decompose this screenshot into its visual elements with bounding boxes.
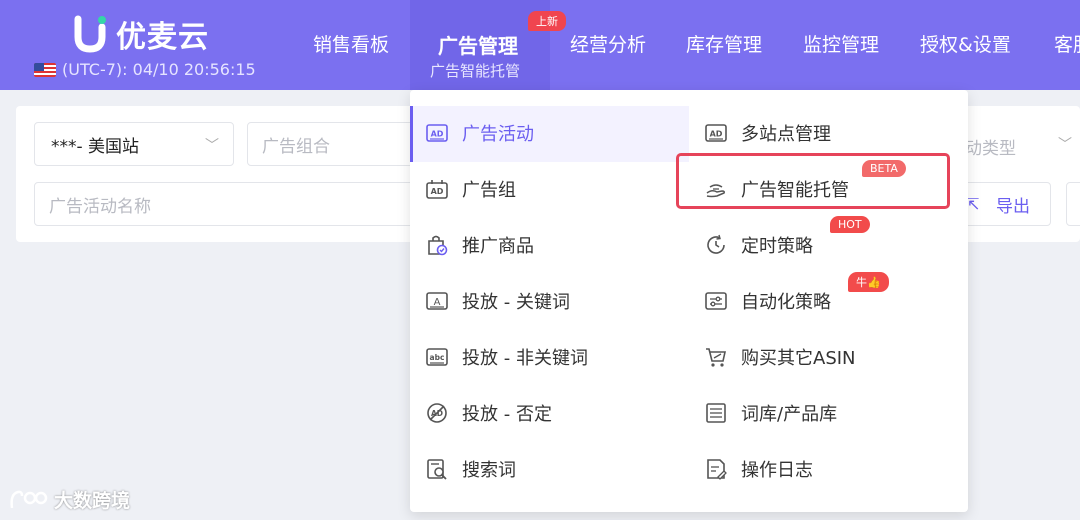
menu-item-label: 词库/产品库: [741, 404, 838, 425]
site-select-value: ***- 美国站: [51, 136, 140, 157]
svg-text:AD: AD: [431, 130, 444, 139]
menu-item-multi-site[interactable]: AD 多站点管理: [705, 116, 831, 150]
menu-item-buy-other-asin[interactable]: 购买其它ASIN: [705, 340, 856, 374]
export-icon: ⇱: [966, 195, 980, 214]
watermark: 大数跨境: [8, 486, 130, 513]
svg-text:A: A: [434, 297, 441, 308]
ad-portfolio-placeholder: 广告组合: [262, 136, 330, 157]
nav-inventory[interactable]: 库存管理: [686, 30, 762, 57]
menu-item-label: 投放 - 非关键词: [462, 348, 588, 369]
ad-portfolio-input[interactable]: 广告组合: [247, 122, 417, 166]
ad-group-icon: AD: [426, 178, 448, 200]
menu-item-label: 定时策略: [741, 236, 813, 257]
more-button[interactable]: [1066, 182, 1080, 226]
menu-item-label: 广告活动: [462, 124, 534, 145]
campaign-name-placeholder: 广告活动名称: [49, 196, 151, 217]
svg-text:abc: abc: [430, 353, 445, 362]
nav-sales-board[interactable]: 销售看板: [313, 30, 389, 57]
search-doc-icon: [426, 458, 448, 480]
logo-u-icon: [72, 15, 108, 53]
highlight-annotation-box: [676, 153, 950, 209]
cart-icon: [705, 346, 727, 368]
list-icon: [705, 402, 727, 424]
menu-item-label: 广告组: [462, 180, 516, 201]
site-select[interactable]: ***- 美国站 ﹀: [34, 122, 234, 166]
menu-item-ad-groups[interactable]: AD 广告组: [426, 172, 516, 206]
menu-item-scheduled-strategy[interactable]: 定时策略: [705, 228, 813, 262]
timezone-clock: (UTC-7): 04/10 20:56:15: [34, 60, 256, 79]
menu-item-automation-strategy[interactable]: 自动化策略: [705, 284, 831, 318]
negative-ad-icon: AD: [426, 402, 448, 424]
menu-item-label: 多站点管理: [741, 124, 831, 145]
top-header: 优麦云 (UTC-7): 04/10 20:56:15 销售看板 广告管理 广告…: [0, 0, 1080, 90]
menu-item-label: 投放 - 关键词: [462, 292, 570, 313]
menu-item-label: 推广商品: [462, 236, 534, 257]
abc-icon: abc: [426, 346, 448, 368]
menu-item-keyword-targeting[interactable]: A 投放 - 关键词: [426, 284, 570, 318]
us-flag-icon: [34, 62, 56, 77]
chevron-down-icon: ﹀: [1058, 137, 1072, 153]
menu-item-keyword-product-library[interactable]: 词库/产品库: [705, 396, 837, 430]
nav-auth-settings[interactable]: 授权&设置: [920, 30, 1011, 57]
timezone-text: (UTC-7): 04/10 20:56:15: [62, 60, 256, 79]
menu-item-promoted-products[interactable]: 推广商品: [426, 228, 534, 262]
watermark-text: 大数跨境: [54, 490, 131, 512]
hot-tag: HOT: [830, 216, 870, 233]
bag-icon: [426, 234, 448, 256]
campaign-type-select[interactable]: 动类型: [965, 134, 1016, 159]
svg-text:AD: AD: [431, 187, 444, 196]
export-label: 导出: [996, 196, 1030, 217]
watermark-logo-icon: [10, 490, 48, 508]
log-icon: [705, 458, 727, 480]
menu-item-label: 搜索词: [462, 460, 516, 481]
nav-monitoring[interactable]: 监控管理: [803, 30, 879, 57]
ad-icon: AD: [426, 122, 448, 144]
clock-icon: [705, 234, 727, 256]
menu-item-label: 购买其它ASIN: [741, 348, 856, 369]
svg-text:AD: AD: [710, 130, 723, 139]
export-button[interactable]: ⇱ 导出: [955, 182, 1051, 226]
chevron-down-icon: ﹀: [205, 138, 219, 154]
menu-item-campaigns[interactable]: AD 广告活动: [426, 116, 534, 150]
ad-icon: AD: [705, 122, 727, 144]
menu-item-label: 投放 - 否定: [462, 404, 552, 425]
nav-ad-management-label: 广告管理: [438, 34, 518, 58]
menu-item-label: 自动化策略: [741, 292, 831, 313]
campaign-name-input[interactable]: 广告活动名称: [34, 182, 417, 226]
brand-name: 优麦云: [116, 20, 209, 55]
logo[interactable]: 优麦云: [72, 12, 209, 56]
thumbs-up-tag: 牛👍: [848, 272, 889, 292]
new-badge: 上新: [528, 11, 566, 31]
menu-item-non-keyword-targeting[interactable]: abc 投放 - 非关键词: [426, 340, 588, 374]
menu-item-search-terms[interactable]: 搜索词: [426, 452, 516, 486]
menu-item-label: 操作日志: [741, 460, 813, 481]
nav-business-analysis[interactable]: 经营分析: [570, 30, 646, 57]
keyword-icon: A: [426, 290, 448, 312]
nav-ad-management-sublabel: 广告智能托管: [430, 62, 521, 80]
menu-item-operation-log[interactable]: 操作日志: [705, 452, 813, 486]
nav-customer-service[interactable]: 客服: [1054, 30, 1080, 57]
sliders-icon: [705, 290, 727, 312]
menu-item-negative-targeting[interactable]: AD 投放 - 否定: [426, 396, 552, 430]
